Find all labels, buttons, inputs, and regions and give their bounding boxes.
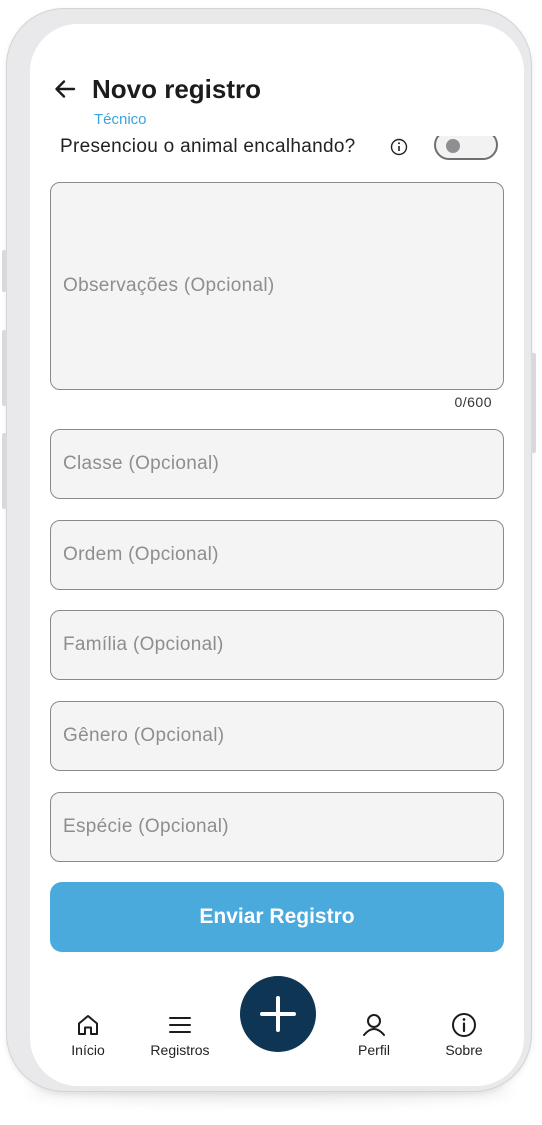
user-icon [363, 1014, 385, 1036]
menu-icon [169, 1017, 191, 1033]
nav-label-perfil: Perfil [358, 1042, 390, 1058]
info-icon[interactable] [390, 138, 408, 156]
page-subtitle: Técnico [94, 111, 147, 128]
nav-item-sobre[interactable]: Sobre [424, 1012, 504, 1058]
species-field[interactable]: Espécie (Opcional) [50, 792, 504, 862]
add-record-button[interactable] [240, 976, 316, 1052]
bottom-nav: Início Registros Perfil Sobre [30, 976, 524, 1086]
witnessed-stranding-label: Presenciou o animal encalhando? [60, 136, 356, 157]
phone-frame: Presenciou o animal encalhando? Novo reg… [2, 8, 536, 1092]
nav-label-sobre: Sobre [445, 1042, 483, 1058]
app-screen: Presenciou o animal encalhando? Novo reg… [30, 24, 524, 1086]
page-title: Novo registro [92, 74, 262, 104]
observations-field[interactable]: Observações (Opcional) [50, 182, 504, 390]
side-button [531, 353, 536, 453]
nav-label-inicio: Início [71, 1042, 105, 1058]
nav-item-inicio[interactable]: Início [48, 1012, 128, 1058]
side-button [2, 330, 7, 406]
witnessed-stranding-row: Presenciou o animal encalhando? [60, 130, 504, 174]
arrow-left-icon[interactable] [52, 76, 78, 102]
home-icon [78, 1015, 98, 1035]
info-circle-icon [452, 1013, 476, 1037]
side-button [2, 433, 7, 509]
nav-item-registros[interactable]: Registros [140, 1012, 220, 1058]
app-header: Novo registro Técnico [30, 24, 524, 136]
nav-item-perfil[interactable]: Perfil [334, 1012, 414, 1058]
plus-icon [260, 996, 296, 1032]
toggle-knob [446, 139, 460, 153]
character-counter: 0/600 [454, 394, 492, 410]
family-field[interactable]: Família (Opcional) [50, 610, 504, 680]
genus-field[interactable]: Gênero (Opcional) [50, 701, 504, 771]
class-field[interactable]: Classe (Opcional) [50, 429, 504, 499]
side-button [2, 250, 7, 292]
submit-button[interactable]: Enviar Registro [50, 882, 504, 952]
order-field[interactable]: Ordem (Opcional) [50, 520, 504, 590]
nav-label-registros: Registros [150, 1042, 210, 1058]
